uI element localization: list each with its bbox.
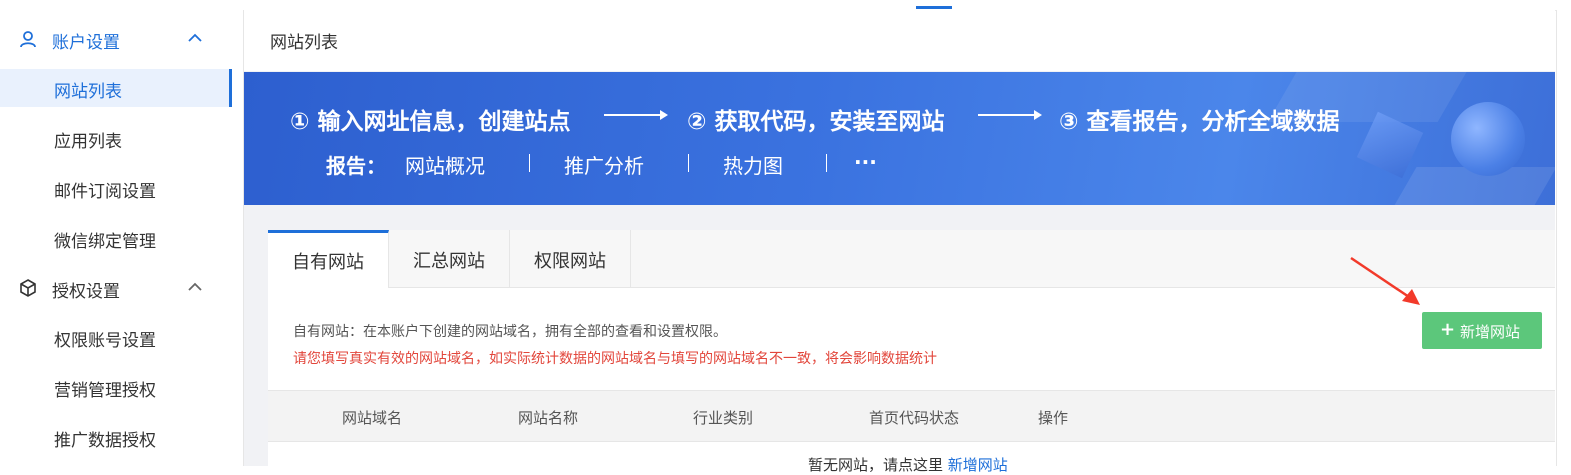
sidebar-item-app-list[interactable]: 应用列表 xyxy=(0,119,232,157)
breadcrumb: 网站列表 xyxy=(244,10,1555,71)
sidebar-item-permission-accounts[interactable]: 权限账号设置 xyxy=(0,318,232,356)
tab-label: 汇总网站 xyxy=(413,251,485,272)
tab-permission-websites[interactable]: 权限网站 xyxy=(510,230,631,287)
add-website-label: 新增网站 xyxy=(1460,323,1521,341)
column-header-domain: 网站域名 xyxy=(342,409,403,427)
tab-own-websites[interactable]: 自有网站 xyxy=(268,230,389,288)
divider xyxy=(826,154,827,172)
sidebar-item-label: 邮件订阅设置 xyxy=(54,182,156,202)
chevron-up-icon[interactable] xyxy=(186,280,204,294)
guide-step-3: ③ 查看报告，分析全域数据 xyxy=(1059,109,1340,135)
scrollbar[interactable] xyxy=(1556,10,1571,466)
empty-state-text: 暂无网站，请点这里 xyxy=(808,456,944,474)
sidebar-group-label: 账户设置 xyxy=(52,33,120,53)
sidebar-item-email-subscription[interactable]: 邮件订阅设置 xyxy=(0,169,232,207)
chevron-up-icon[interactable] xyxy=(186,31,204,45)
banner-sphere-decoration xyxy=(1451,102,1525,176)
divider xyxy=(529,154,530,172)
sidebar-group-label: 授权设置 xyxy=(52,282,120,302)
more-reports-link[interactable]: ··· xyxy=(854,150,877,174)
sidebar-item-label: 网站列表 xyxy=(54,82,122,102)
active-nav-indicator xyxy=(916,6,952,9)
column-header-name: 网站名称 xyxy=(518,409,579,427)
domain-warning: 请您填写真实有效的网站域名，如实际统计数据的网站域名与填写的网站域名不一致，将会… xyxy=(293,351,937,367)
empty-state-add-link[interactable]: 新增网站 xyxy=(948,456,1008,474)
add-website-button[interactable]: + 新增网站 xyxy=(1422,312,1542,349)
empty-state-message: 暂无网站，请点这里 新增网站 xyxy=(808,454,1008,475)
sidebar-item-label: 应用列表 xyxy=(54,132,122,152)
guide-step-2: ② 获取代码，安装至网站 xyxy=(687,109,945,135)
sidebar-item-marketing-authorization[interactable]: 营销管理授权 xyxy=(0,368,232,406)
sidebar-item-promotion-data-authorization[interactable]: 推广数据授权 xyxy=(0,418,232,456)
sidebar-item-wechat-binding[interactable]: 微信绑定管理 xyxy=(0,219,232,257)
tab-summary-websites[interactable]: 汇总网站 xyxy=(389,230,510,287)
main-content: 网站列表 ① 输入网址信息，创建站点 ② 获取代码，安装至网站 ③ 查看报告，分… xyxy=(244,10,1555,474)
guide-banner: ① 输入网址信息，创建站点 ② 获取代码，安装至网站 ③ 查看报告，分析全域数据… xyxy=(244,72,1555,205)
sidebar-group-authorization-settings[interactable]: 授权设置 xyxy=(0,263,243,313)
divider xyxy=(688,154,689,172)
guide-step-1: ① 输入网址信息，创建站点 xyxy=(290,109,571,135)
tab-label: 自有网站 xyxy=(292,252,364,273)
report-link-promotion-analysis[interactable]: 推广分析 xyxy=(564,150,644,179)
column-header-actions: 操作 xyxy=(1038,409,1069,427)
sidebar-group-account-settings[interactable]: 账户设置 xyxy=(0,14,243,64)
step-arrow-icon xyxy=(978,110,1042,120)
report-link-heatmap[interactable]: 热力图 xyxy=(723,150,783,179)
sidebar-item-label: 微信绑定管理 xyxy=(54,232,156,252)
own-websites-description: 自有网站：在本账户下创建的网站域名，拥有全部的查看和设置权限。 xyxy=(293,324,727,340)
sidebar: 账户设置 网站列表 应用列表 邮件订阅设置 微信绑定管理 授权设置 权限账号设置… xyxy=(0,10,244,466)
table-header: 网站域名 网站名称 行业类别 首页代码状态 操作 xyxy=(268,390,1555,442)
sidebar-item-label: 营销管理授权 xyxy=(54,381,156,401)
user-icon xyxy=(20,31,36,48)
report-label: 报告： xyxy=(326,154,386,178)
sidebar-item-label: 推广数据授权 xyxy=(54,431,156,451)
step-arrow-icon xyxy=(604,110,668,120)
report-link-website-overview[interactable]: 网站概况 xyxy=(405,150,485,179)
annotation-arrow-icon xyxy=(1350,256,1420,305)
column-header-industry: 行业类别 xyxy=(693,409,754,427)
page-title: 网站列表 xyxy=(270,33,338,53)
tab-label: 权限网站 xyxy=(534,251,606,272)
sidebar-item-label: 权限账号设置 xyxy=(54,331,156,351)
column-header-code-status: 首页代码状态 xyxy=(869,409,960,427)
plus-icon: + xyxy=(1440,319,1456,340)
cube-icon xyxy=(20,279,36,297)
sidebar-item-website-list[interactable]: 网站列表 xyxy=(0,69,232,107)
